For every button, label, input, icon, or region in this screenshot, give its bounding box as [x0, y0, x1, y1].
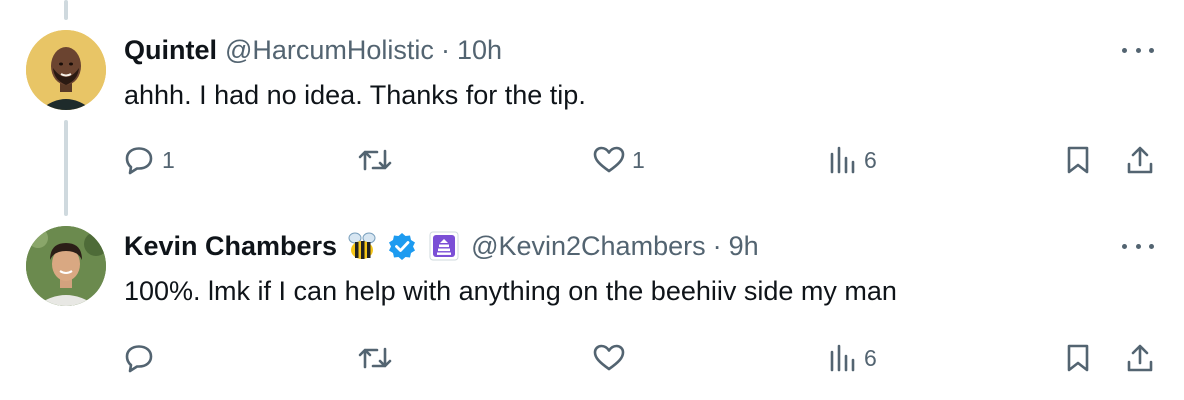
- display-name[interactable]: Quintel: [124, 35, 217, 66]
- affiliate-badge-icon[interactable]: [429, 231, 459, 261]
- avatar-image: [26, 30, 106, 110]
- share-button[interactable]: [1124, 144, 1156, 176]
- verified-badge-icon[interactable]: [387, 231, 417, 261]
- share-icon: [1127, 146, 1153, 174]
- heart-icon: [593, 146, 625, 173]
- more-options-button[interactable]: [1122, 40, 1154, 60]
- bookmark-icon: [1067, 344, 1089, 372]
- reply-icon: [125, 345, 153, 373]
- like-button[interactable]: [592, 342, 632, 374]
- share-button[interactable]: [1124, 342, 1156, 374]
- like-button[interactable]: 1: [592, 144, 645, 176]
- reply-button[interactable]: 1: [122, 144, 175, 176]
- views-button[interactable]: 6: [828, 144, 877, 176]
- tweet-text: ahhh. I had no idea. Thanks for the tip.: [124, 80, 586, 110]
- bookmark-button[interactable]: [1064, 342, 1092, 374]
- separator: ·: [440, 34, 450, 65]
- avatar[interactable]: [26, 226, 106, 306]
- tweet-kevin-chambers[interactable]: Kevin Chambers @Kevin2Chambers · 9h 100%…: [0, 200, 1184, 400]
- view-count: 6: [864, 344, 877, 371]
- retweet-button[interactable]: [356, 144, 400, 176]
- view-count: 6: [864, 146, 877, 173]
- bookmark-icon: [1067, 146, 1089, 174]
- reply-icon: [125, 147, 153, 175]
- reply-count: 1: [162, 146, 175, 173]
- like-count: 1: [632, 146, 645, 173]
- views-chart-icon: [830, 146, 855, 174]
- dot-icon: [1149, 243, 1154, 249]
- retweet-icon: [358, 149, 392, 171]
- dot-icon: [1135, 47, 1141, 53]
- retweet-button[interactable]: [356, 342, 400, 374]
- heart-icon: [593, 344, 625, 371]
- dot-icon: [1149, 47, 1154, 53]
- bookmark-button[interactable]: [1064, 144, 1092, 176]
- retweet-icon: [358, 347, 392, 369]
- bee-emoji-icon: [345, 229, 379, 263]
- avatar[interactable]: [26, 30, 106, 110]
- reply-button[interactable]: [122, 342, 162, 374]
- tweet-header: Quintel @HarcumHolistic · 10h: [124, 32, 502, 68]
- views-button[interactable]: 6: [828, 342, 877, 374]
- tweet-text: 100%. lmk if I can help with anything on…: [124, 276, 897, 306]
- user-handle[interactable]: @HarcumHolistic: [225, 35, 434, 66]
- separator: ·: [712, 230, 722, 261]
- tweet-header: Kevin Chambers @Kevin2Chambers · 9h: [124, 228, 759, 264]
- dot-icon: [1122, 47, 1127, 53]
- display-name[interactable]: Kevin Chambers: [124, 231, 337, 262]
- dot-icon: [1135, 243, 1141, 249]
- views-chart-icon: [830, 344, 855, 372]
- share-icon: [1127, 344, 1153, 372]
- timestamp[interactable]: 9h: [729, 231, 759, 262]
- avatar-image: [26, 226, 106, 306]
- dot-icon: [1122, 243, 1127, 249]
- tweet-quintel[interactable]: Quintel @HarcumHolistic · 10h ahhh. I ha…: [0, 0, 1184, 200]
- more-options-button[interactable]: [1122, 236, 1154, 256]
- timestamp[interactable]: 10h: [457, 35, 502, 66]
- user-handle[interactable]: @Kevin2Chambers: [471, 231, 706, 262]
